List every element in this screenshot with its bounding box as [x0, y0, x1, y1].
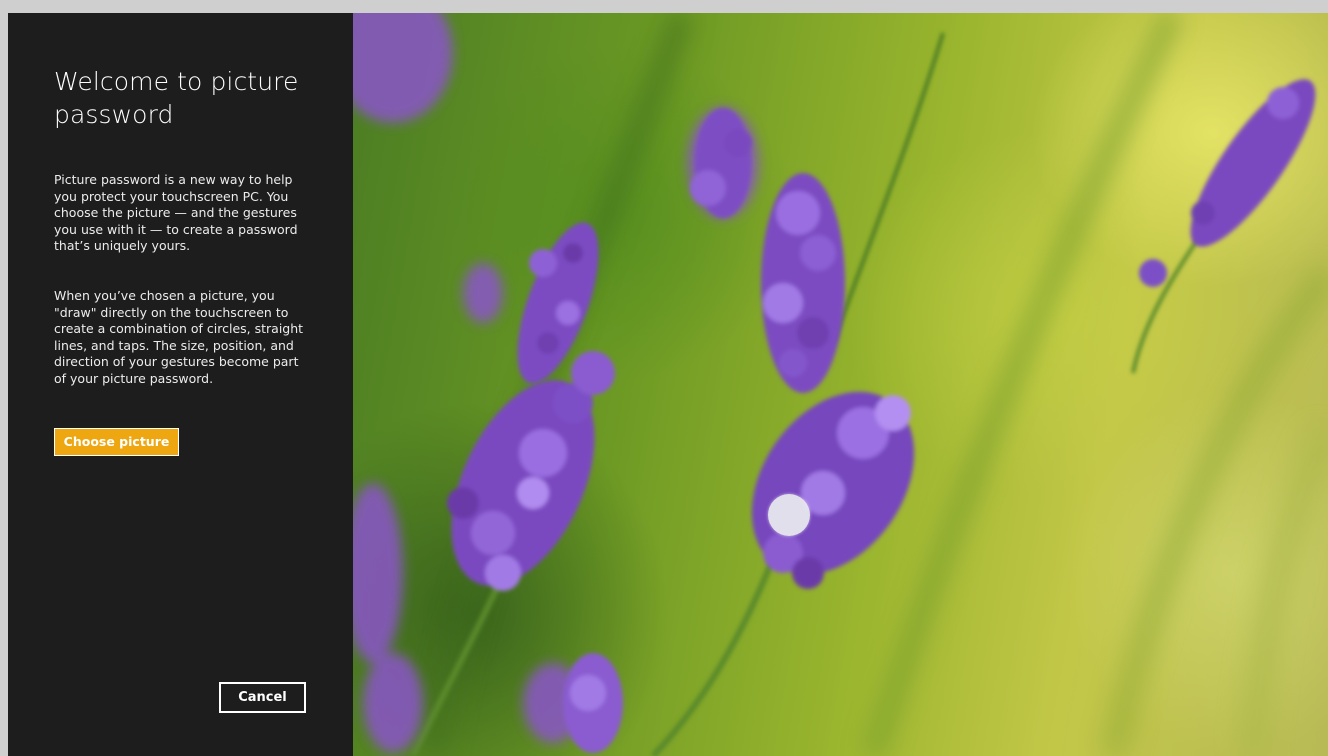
page-title: Welcome to picture password: [54, 67, 299, 129]
cancel-button[interactable]: Cancel: [219, 682, 306, 713]
lavender-illustration: [353, 13, 1328, 756]
instructions-panel: Welcome to picture password Picture pass…: [8, 13, 353, 756]
picture-password-window: Welcome to picture password Picture pass…: [8, 13, 1328, 756]
choose-picture-button[interactable]: Choose picture: [54, 428, 179, 456]
gesture-touch-point: [768, 494, 810, 536]
instructions-paragraph: When you’ve chosen a picture, you "draw"…: [54, 288, 304, 386]
intro-paragraph: Picture password is a new way to help yo…: [54, 172, 298, 253]
background-picture[interactable]: [353, 13, 1328, 756]
